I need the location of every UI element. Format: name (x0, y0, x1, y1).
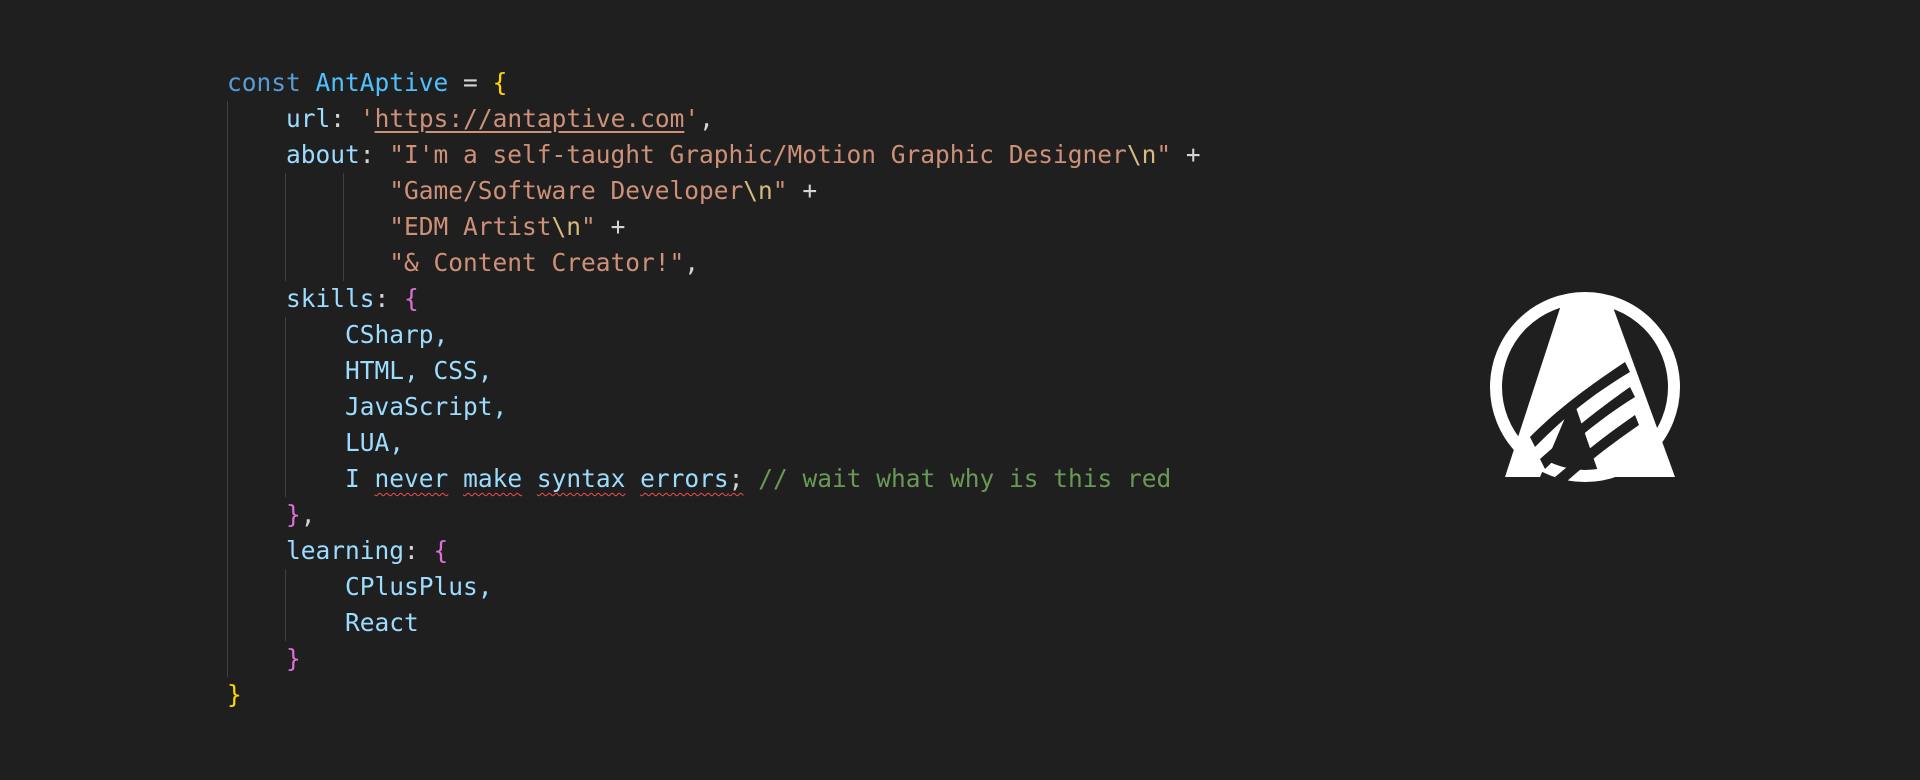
skill-item-text: HTML, CSS, (345, 356, 493, 385)
code-editor[interactable]: const AntAptive = { url: 'https://antapt… (0, 0, 1920, 780)
code-block[interactable]: const AntAptive = { url: 'https://antapt… (227, 65, 1201, 713)
quote: " (772, 176, 788, 205)
antaptive-logo-icon (1485, 287, 1685, 487)
skill-item-text: LUA, (345, 428, 405, 457)
code-line-12: I never make syntax errors; // wait what… (227, 461, 1201, 497)
plus-operator: + (595, 212, 626, 241)
escape-sequence: \n (551, 212, 582, 241)
learning-item-text: React (345, 608, 419, 637)
code-line-1: const AntAptive = { (227, 65, 1201, 101)
comma: , (699, 104, 714, 133)
close-brace: } (227, 680, 242, 709)
learning-key: learning (286, 536, 405, 565)
learning-item: CPlusPlus, (227, 569, 1201, 605)
error-word[interactable]: never (375, 464, 449, 493)
code-line-7: skills: { (227, 281, 1201, 317)
skills-key: skills (286, 284, 375, 313)
about-key: about (286, 140, 360, 169)
object-name: AntAptive (315, 68, 449, 97)
about-string: "EDM Artist (389, 212, 552, 241)
code-line-6: "& Content Creator!", (227, 245, 1201, 281)
const-keyword: const (227, 68, 301, 97)
equals-operator: = (448, 68, 493, 97)
error-word[interactable]: make (463, 464, 522, 493)
url-key: url (286, 104, 331, 133)
code-line-3: about: "I'm a self-taught Graphic/Motion… (227, 137, 1201, 173)
error-word[interactable]: syntax (537, 464, 626, 493)
quote: " (581, 212, 596, 241)
learning-item: React (227, 605, 1201, 641)
close-brace: } (286, 500, 301, 529)
code-line-13: }, (227, 497, 1201, 533)
code-line-17: } (227, 641, 1201, 677)
colon: : (374, 284, 405, 313)
code-line-2: url: 'https://antaptive.com', (227, 101, 1201, 137)
colon: : (404, 536, 434, 565)
close-brace: } (286, 644, 301, 673)
plus-operator: + (787, 176, 818, 205)
url-link[interactable]: https://antaptive.com (375, 104, 685, 133)
about-string: "I'm a self-taught Graphic/Motion Graphi… (389, 140, 1127, 169)
error-word[interactable]: errors (640, 464, 729, 493)
quote: ' (359, 104, 375, 133)
comma: , (300, 500, 316, 529)
plus-operator: + (1171, 140, 1201, 169)
about-string: "Game/Software Developer (389, 176, 744, 205)
colon: : (330, 104, 360, 133)
skill-item: CSharp, (227, 317, 1201, 353)
skill-item-text: CSharp, (345, 320, 449, 349)
quote: " (1156, 140, 1172, 169)
escape-sequence: \n (743, 176, 773, 205)
code-line-5: "EDM Artist\n" + (227, 209, 1201, 245)
word: I (345, 464, 360, 493)
about-string: "& Content Creator!" (389, 248, 685, 277)
escape-sequence: \n (1126, 140, 1157, 169)
skill-item: LUA, (227, 425, 1201, 461)
comment: // wait what why is this red (758, 464, 1172, 493)
skill-item-text: JavaScript, (345, 392, 508, 421)
code-line-14: learning: { (227, 533, 1201, 569)
open-brace: { (404, 284, 419, 313)
skill-item: HTML, CSS, (227, 353, 1201, 389)
open-brace: { (433, 536, 449, 565)
comma: , (684, 248, 700, 277)
learning-item-text: CPlusPlus, (345, 572, 493, 601)
open-brace: { (492, 68, 508, 97)
colon: : (359, 140, 390, 169)
skill-item: JavaScript, (227, 389, 1201, 425)
code-line-18: } (227, 677, 1201, 713)
code-line-4: "Game/Software Developer\n" + (227, 173, 1201, 209)
semicolon[interactable]: ; (729, 464, 744, 493)
quote: ' (684, 104, 700, 133)
